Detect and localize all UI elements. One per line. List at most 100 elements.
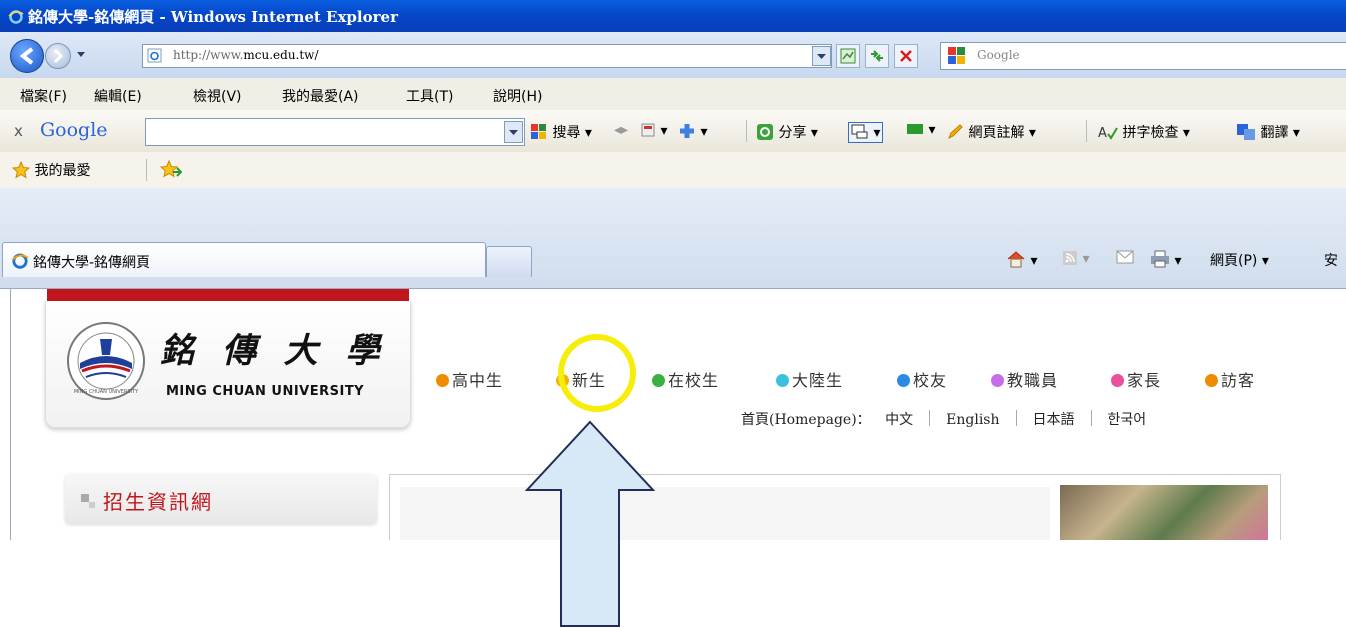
google-search-dropdown-button[interactable] [504,121,523,143]
forward-button[interactable] [45,43,71,69]
spell-check-label: 拼字檢查 [1122,125,1179,141]
admissions-info-link[interactable]: 招生資訊網 [65,474,377,524]
pointer-arrow-icon [524,420,656,627]
seal-text: MING CHUAN UNIVERSITY [74,389,139,395]
nav-visitors[interactable]: 訪客 [1205,367,1255,391]
nav-alumni[interactable]: 校友 [897,367,947,391]
menu-edit[interactable]: 編輯(E) [94,86,142,106]
google-toolbar-search-input[interactable] [145,118,525,146]
plus-icon [680,124,694,138]
recent-pages-dropdown-icon[interactable] [75,48,87,60]
add-button[interactable]: ▾ [678,122,707,140]
new-tab-button[interactable] [486,246,532,277]
google-toolbar-logo: Google [40,119,108,141]
search-placeholder: Google [977,48,1020,62]
window-title-bar: 銘傳大學-銘傳網頁 - Windows Internet Explorer [0,0,1346,32]
marker-icon [907,124,923,134]
back-button[interactable] [10,39,44,73]
add-favorite-icon [159,159,183,178]
bookmark-icon [641,123,655,137]
pencil-icon [948,124,963,140]
notes-label: 網頁註解 [968,125,1025,141]
tab-bar: 銘傳大學-銘傳網頁 ▾ ▾ ▾ 網頁(P) ▾ 安 [0,188,1346,289]
divider [1015,410,1017,426]
toolbar-separator [1086,120,1087,142]
home-button[interactable]: ▾ [1006,250,1037,269]
search-input[interactable]: Google [940,42,1346,70]
window-icon [851,124,868,139]
bookmarks-button[interactable]: ▾ [640,122,667,139]
admissions-info-label: 招生資訊網 [103,490,213,514]
compatibility-view-button[interactable] [836,44,860,68]
share-button[interactable]: 分享 ▾ [756,122,818,142]
lang-korean-link[interactable]: 한국어 [1108,412,1147,428]
lang-japanese-link[interactable]: 日本語 [1033,412,1075,428]
google-search-button[interactable]: 搜尋 ▾ [530,122,592,142]
nav-mainland-students[interactable]: 大陸生 [776,367,843,391]
menu-view[interactable]: 檢視(V) [193,86,242,106]
refresh-button[interactable] [865,44,889,68]
address-input[interactable]: http://www.mcu.edu.tw/ [142,44,832,68]
share-icon [757,124,773,140]
add-favorite-button[interactable] [159,159,183,184]
university-logo-card[interactable]: MING CHUAN UNIVERSITY 銘 傳 大 學 MING CHUAN… [45,301,411,428]
content-area [400,487,1050,540]
orange-dot-icon [1205,374,1218,387]
spell-check-button[interactable]: A 拼字檢查 ▾ [1098,122,1190,142]
translate-icon [1237,124,1255,140]
star-icon [11,160,31,179]
feeds-button[interactable]: ▾ [1062,250,1089,267]
favorites-button[interactable]: 我的最愛 [11,160,90,180]
tab-mcu[interactable]: 銘傳大學-銘傳網頁 [2,242,486,277]
sidebar-button[interactable]: ▾ [848,122,884,143]
nav-high-school[interactable]: 高中生 [436,367,503,391]
arrows-icon[interactable]: ◂▸ [614,122,628,138]
google-icon [531,124,546,139]
university-name-chinese: 銘 傳 大 學 [160,331,388,371]
nav-parents[interactable]: 家長 [1111,367,1161,391]
divider [929,410,931,426]
purple-dot-icon [991,374,1004,387]
menu-help[interactable]: 說明(H) [493,86,542,106]
printer-icon [1151,250,1169,268]
address-dropdown-button[interactable] [812,46,831,66]
lang-english-link[interactable]: English [946,412,999,428]
translate-label: 翻譯 [1260,125,1289,141]
nav-current-students[interactable]: 在校生 [652,367,719,391]
pink-dot-icon [1111,374,1124,387]
banner-photo[interactable] [1060,485,1268,540]
address-toolbar: http://www.mcu.edu.tw/ Google [0,32,1346,78]
header-red-bar [47,289,409,301]
highlight-button[interactable]: ▾ [906,122,935,138]
lang-chinese-link[interactable]: 中文 [885,412,913,428]
safety-menu-button[interactable]: 安 [1324,250,1338,270]
page-menu-button[interactable]: 網頁(P) ▾ [1210,250,1269,270]
stop-button[interactable] [894,44,918,68]
google-toolbar-close-button[interactable]: x [14,122,23,140]
tab-title: 銘傳大學-銘傳網頁 [33,255,151,271]
menu-favorites[interactable]: 我的最愛(A) [282,86,359,106]
spell-check-icon: A [1098,126,1118,141]
menu-tools[interactable]: 工具(T) [406,86,453,106]
homepage-label: 首頁(Homepage)： [741,412,871,428]
arrow-right-icon [53,48,64,64]
favorites-bar: 我的最愛 [0,152,1346,189]
mail-button[interactable] [1116,250,1134,266]
university-seal-icon: MING CHUAN UNIVERSITY [67,322,145,400]
print-button[interactable]: ▾ [1150,250,1181,269]
compatibility-icon [840,48,856,64]
chevron-down-icon [509,130,518,135]
university-name-english: MING CHUAN UNIVERSITY [166,384,365,399]
notes-button[interactable]: 網頁註解 ▾ [946,122,1036,142]
nav-faculty-staff[interactable]: 教職員 [991,367,1058,391]
mail-icon [1116,250,1134,264]
toolbar-separator [146,159,147,181]
menu-bar: 檔案(F) 編輯(E) 檢視(V) 我的最愛(A) 工具(T) 說明(H) [0,78,1346,111]
cyan-dot-icon [776,374,789,387]
ie-logo-icon [8,10,24,24]
translate-button[interactable]: 翻譯 ▾ [1236,122,1300,142]
close-icon [900,50,912,62]
menu-file[interactable]: 檔案(F) [20,86,67,106]
bullet-icon [89,502,95,508]
green-dot-icon [652,374,665,387]
